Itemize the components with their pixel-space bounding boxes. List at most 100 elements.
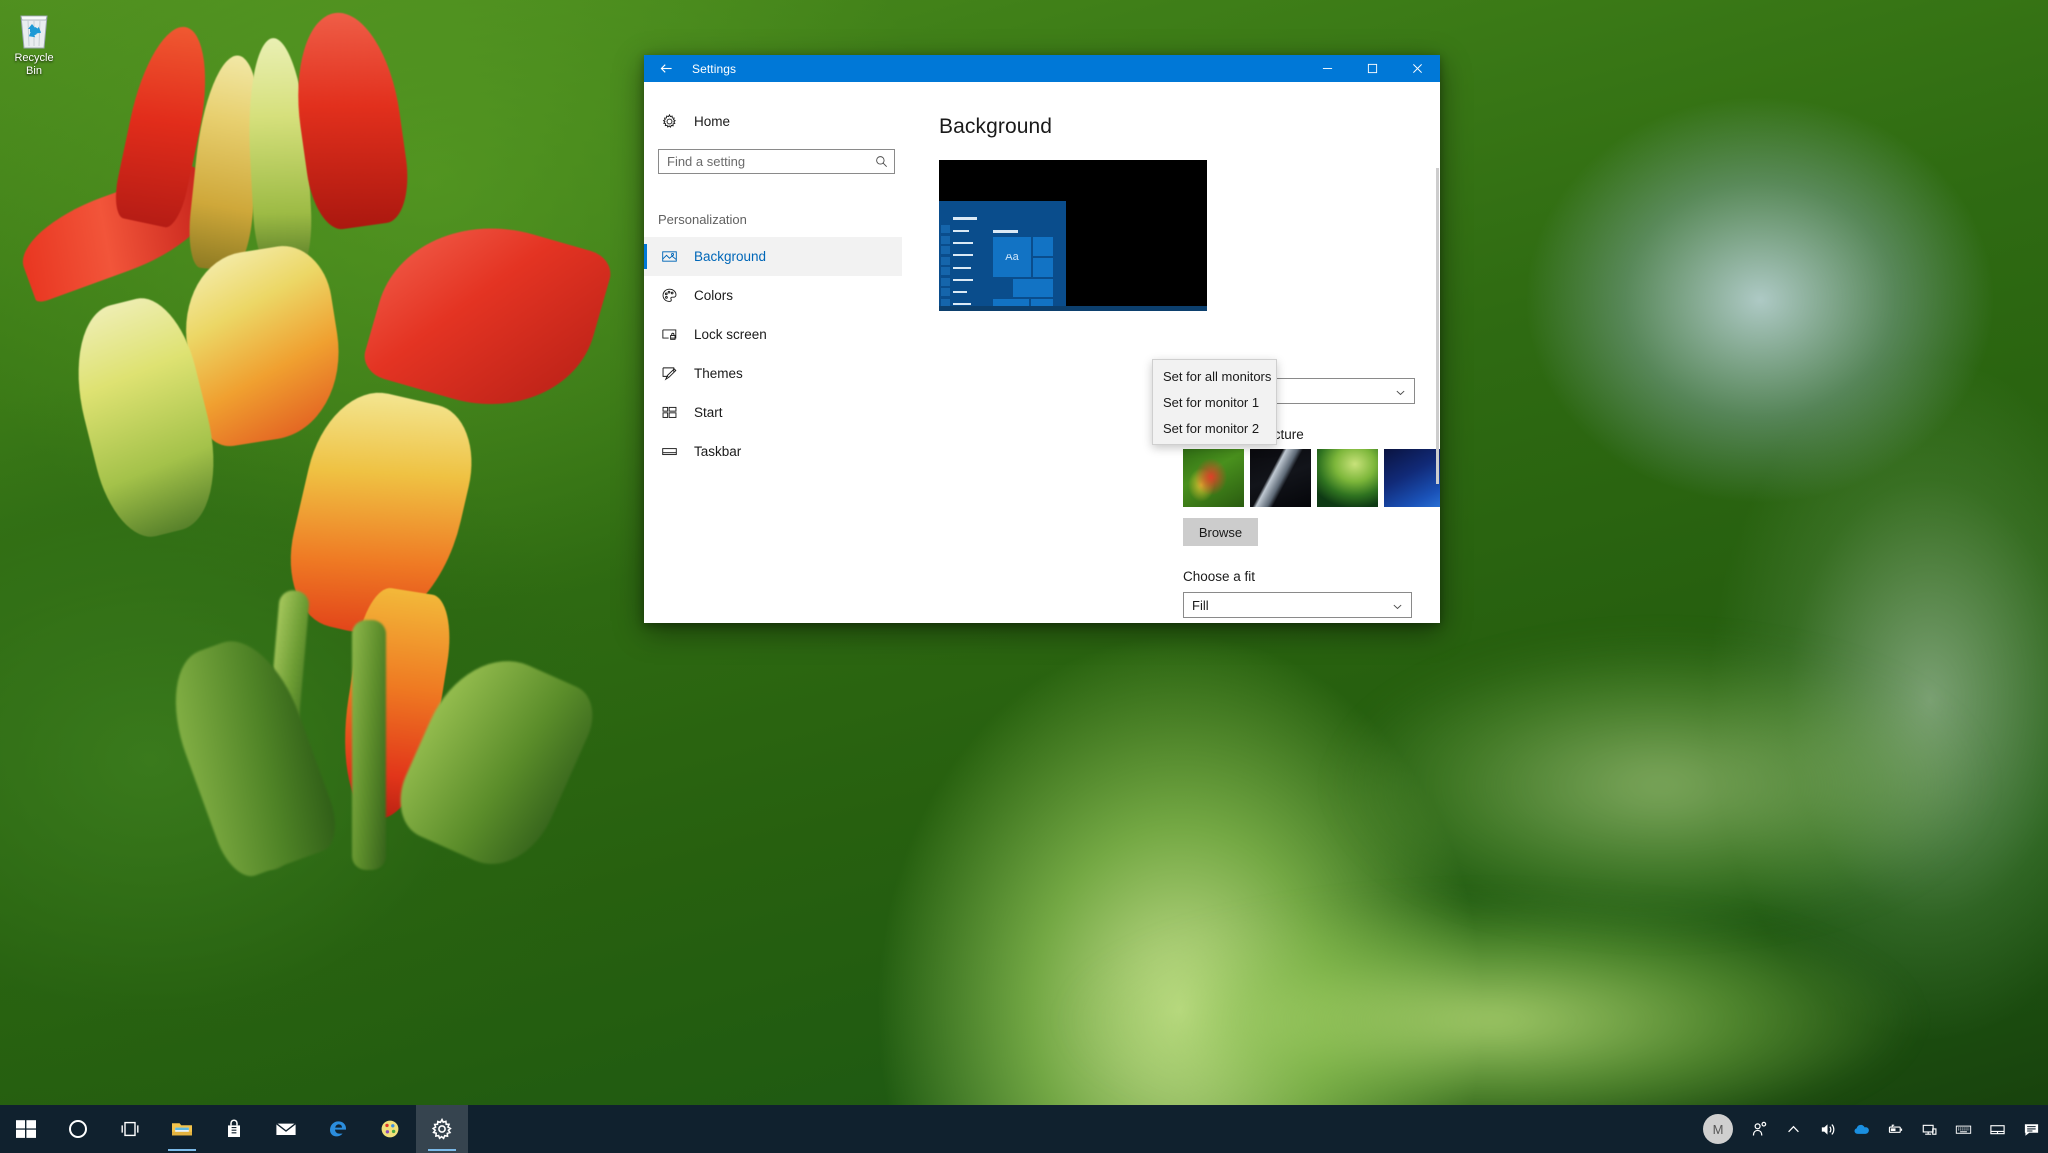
cortana-button[interactable] — [52, 1105, 104, 1153]
onedrive-cloud-icon — [1853, 1121, 1870, 1138]
context-menu-item-set-monitor-1[interactable]: Set for monitor 1 — [1153, 389, 1276, 415]
edge-button[interactable] — [312, 1105, 364, 1153]
sidebar-item-colors[interactable]: Colors — [644, 276, 902, 315]
preview-start-rail — [941, 225, 950, 307]
settings-content: Background Aa — [902, 82, 1440, 623]
battery-icon[interactable] — [1878, 1105, 1912, 1153]
mail-button[interactable] — [260, 1105, 312, 1153]
preview-tile-quad — [993, 237, 1011, 255]
sidebar-item-taskbar[interactable]: Taskbar — [644, 432, 902, 471]
fit-select[interactable]: Fill — [1183, 592, 1412, 618]
context-menu-item-set-all-monitors[interactable]: Set for all monitors — [1153, 363, 1276, 389]
sidebar-item-background[interactable]: Background — [644, 237, 902, 276]
edge-e-icon — [326, 1117, 350, 1141]
preview-tile — [1033, 237, 1053, 256]
search-wrapper — [658, 149, 895, 174]
thumbnail-green-gradient[interactable] — [1317, 449, 1378, 507]
avatar[interactable]: M — [1703, 1114, 1733, 1144]
search-box[interactable] — [658, 149, 895, 174]
folder-icon — [170, 1117, 194, 1141]
sidebar-item-taskbar-label: Taskbar — [694, 444, 741, 459]
picture-icon — [658, 246, 680, 268]
network-icon[interactable] — [1912, 1105, 1946, 1153]
sidebar-item-home[interactable]: Home — [644, 102, 902, 140]
show-hidden-icons-chevron[interactable] — [1776, 1105, 1810, 1153]
browse-button[interactable]: Browse — [1183, 518, 1258, 546]
touchpad-icon[interactable] — [1980, 1105, 2014, 1153]
page-title: Background — [939, 115, 1440, 139]
back-arrow-icon — [658, 60, 675, 77]
choose-fit-label: Choose a fit — [1183, 569, 1255, 584]
search-input[interactable] — [659, 150, 868, 173]
wallpaper-bokeh-leaf-secondary — [1280, 620, 2040, 950]
taskbar-icon — [658, 441, 680, 463]
keyboard-icon[interactable] — [1946, 1105, 1980, 1153]
minimize-button[interactable] — [1305, 55, 1350, 82]
recycle-bin-icon — [14, 8, 54, 50]
content-scrollbar[interactable] — [1434, 82, 1440, 623]
paint-palette-icon — [378, 1117, 402, 1141]
settings-sidebar: Home Personalization — [644, 82, 902, 623]
sidebar-item-colors-label: Colors — [694, 288, 733, 303]
desktop-icon-recycle-bin[interactable]: Recycle Bin — [3, 8, 65, 78]
file-explorer-button[interactable] — [156, 1105, 208, 1153]
gear-icon — [430, 1117, 454, 1141]
cortana-circle-icon — [66, 1117, 90, 1141]
preview-tile — [1033, 258, 1053, 277]
back-button[interactable] — [644, 55, 688, 82]
sidebar-item-background-label: Background — [694, 249, 766, 264]
onedrive-cloud-icon[interactable] — [1844, 1105, 1878, 1153]
sidebar-item-themes-label: Themes — [694, 366, 743, 381]
themes-icon — [658, 363, 680, 385]
context-menu-item-set-monitor-2[interactable]: Set for monitor 2 — [1153, 415, 1276, 441]
desktop: Recycle Bin Settings — [0, 0, 2048, 1153]
recycle-bin-label-line2: Bin — [3, 65, 65, 78]
maximize-icon — [1367, 63, 1378, 74]
action-center-icon[interactable] — [2014, 1105, 2048, 1153]
taskbar: M — [0, 1105, 2048, 1153]
fit-select-value: Fill — [1192, 598, 1209, 613]
sidebar-item-start-label: Start — [694, 405, 723, 420]
sidebar-item-themes[interactable]: Themes — [644, 354, 902, 393]
minimize-icon — [1322, 63, 1333, 74]
chevron-down-icon — [1392, 593, 1403, 619]
chevron-down-icon — [1395, 379, 1406, 405]
close-button[interactable] — [1395, 55, 1440, 82]
sidebar-item-lock-screen-label: Lock screen — [694, 327, 767, 342]
windows-logo-icon — [14, 1117, 38, 1141]
store-bag-icon — [222, 1117, 246, 1141]
sidebar-item-lock-screen[interactable]: Lock screen — [644, 315, 902, 354]
window-titlebar: Settings — [644, 55, 1440, 82]
thumbnail-blue-gradient[interactable] — [1384, 449, 1440, 507]
recycle-bin-label-line1: Recycle — [3, 52, 65, 65]
settings-button[interactable] — [416, 1105, 468, 1153]
preview-tiles: Aa — [993, 237, 1056, 309]
start-button[interactable] — [0, 1105, 52, 1153]
window-title: Settings — [692, 62, 736, 76]
sidebar-item-home-label: Home — [694, 114, 730, 129]
desktop-preview: Aa — [939, 160, 1207, 311]
mail-envelope-icon — [274, 1117, 298, 1141]
thumbnail-canna-lily[interactable] — [1183, 449, 1244, 507]
close-icon — [1412, 63, 1423, 74]
thumbnail-dark-keyboard[interactable] — [1250, 449, 1311, 507]
system-tray: M — [1694, 1105, 2048, 1153]
lock-screen-icon — [658, 324, 680, 346]
sidebar-section-label: Personalization — [644, 212, 902, 227]
people-icon[interactable] — [1742, 1105, 1776, 1153]
fit-select-wrapper: Fill — [1183, 592, 1412, 618]
maximize-button[interactable] — [1350, 55, 1395, 82]
task-view-button[interactable] — [104, 1105, 156, 1153]
scrollbar-thumb[interactable] — [1436, 168, 1439, 484]
store-button[interactable] — [208, 1105, 260, 1153]
picture-thumbnails — [1183, 449, 1440, 507]
palette-icon — [658, 285, 680, 307]
settings-window: Settings — [644, 55, 1440, 623]
preview-tile — [1013, 279, 1053, 297]
paint-button[interactable] — [364, 1105, 416, 1153]
sidebar-item-start[interactable]: Start — [644, 393, 902, 432]
window-controls — [1305, 55, 1440, 82]
search-icon[interactable] — [868, 150, 894, 173]
window-body: Home Personalization — [644, 82, 1440, 623]
volume-icon[interactable] — [1810, 1105, 1844, 1153]
